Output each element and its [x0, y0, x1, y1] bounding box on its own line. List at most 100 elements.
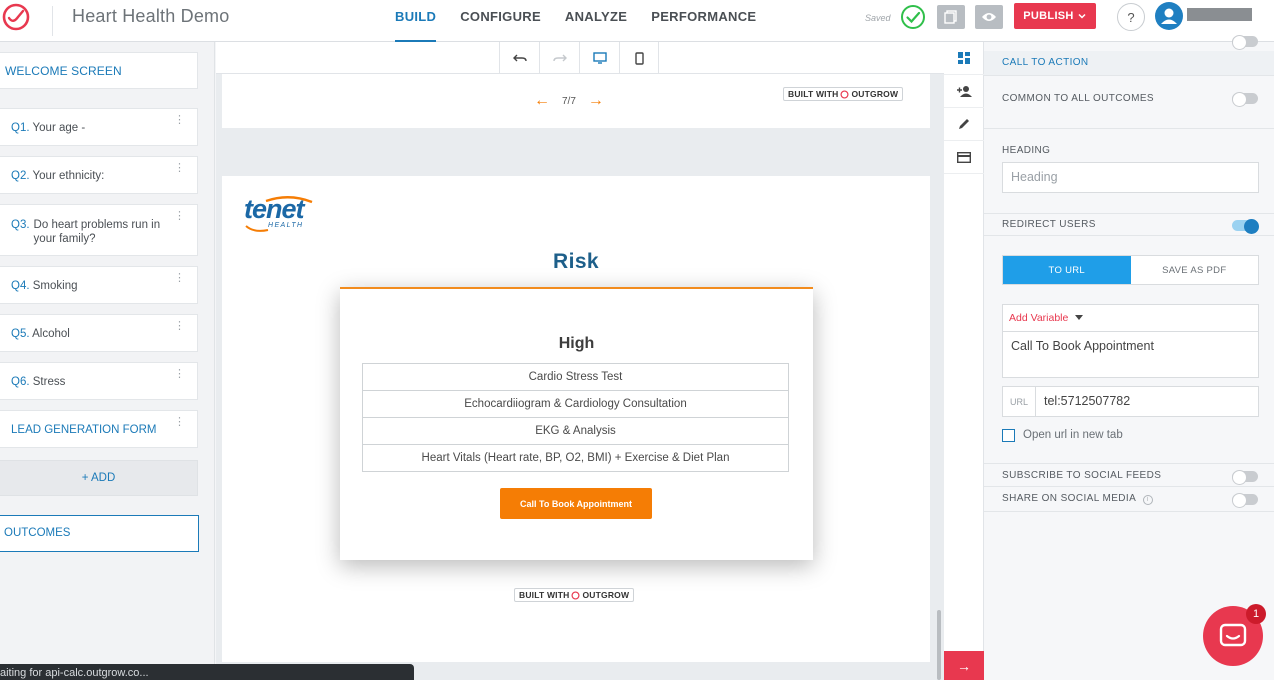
- button-text-value[interactable]: Call To Book Appointment: [1003, 332, 1258, 360]
- outgrow-mini-icon: [571, 590, 580, 600]
- lead-form-item[interactable]: LEAD GENERATION FORM ⋮: [0, 410, 198, 448]
- share-social-toggle[interactable]: [1232, 493, 1258, 508]
- recommendations-table: Cardio Stress Test Echocardiiogram & Car…: [362, 363, 789, 472]
- more-menu-icon[interactable]: ⋮: [174, 163, 185, 174]
- question-text: Your ethnicity:: [32, 170, 105, 182]
- common-outcomes-label: COMMON TO ALL OUTCOMES: [1002, 93, 1154, 104]
- open-new-tab-checkbox[interactable]: [1002, 429, 1015, 442]
- eye-icon: [982, 13, 996, 21]
- arrow-right-icon: →: [957, 657, 971, 674]
- redo-button[interactable]: [539, 42, 579, 74]
- question-number: Q2.: [11, 170, 30, 182]
- card-icon: [957, 151, 971, 163]
- divider: [984, 463, 1274, 464]
- section-title: CALL TO ACTION: [984, 51, 1274, 75]
- cta-button[interactable]: Call To Book Appointment: [500, 488, 652, 519]
- card-tab[interactable]: [944, 141, 984, 174]
- notification-badge: 1: [1246, 604, 1266, 624]
- built-with-text: BUILT WITH: [788, 89, 839, 99]
- username-redacted: [1187, 8, 1252, 21]
- outgrow-text: OUTGROW: [582, 590, 630, 600]
- question-item[interactable]: Q5. Alcohol ⋮: [0, 314, 198, 352]
- outgrow-mini-icon: [840, 89, 849, 99]
- add-question-button[interactable]: + ADD: [0, 460, 198, 496]
- url-input[interactable]: tel:5712507782: [1036, 387, 1138, 416]
- tab-save-as-pdf[interactable]: SAVE AS PDF: [1131, 256, 1259, 284]
- undo-button[interactable]: [499, 42, 539, 74]
- common-outcomes-toggle[interactable]: [1232, 92, 1258, 107]
- canvas-toolbar: [216, 42, 944, 74]
- publish-button[interactable]: PUBLISH: [1014, 3, 1096, 29]
- more-menu-icon[interactable]: ⋮: [174, 211, 185, 222]
- scrollbar[interactable]: [937, 610, 941, 680]
- page-indicator: 7/7: [562, 95, 576, 107]
- redirect-users-toggle[interactable]: [1232, 219, 1259, 234]
- question-number: Q6.: [11, 376, 30, 388]
- arrow-left-icon[interactable]: ←: [534, 92, 550, 110]
- saved-status: Saved: [865, 13, 891, 23]
- chevron-down-icon: [1078, 13, 1086, 19]
- share-social-text: SHARE ON SOCIAL MEDIA: [1002, 493, 1136, 504]
- user-icon: [1161, 8, 1177, 24]
- question-text: Smoking: [32, 280, 78, 292]
- heading-input[interactable]: Heading: [1002, 162, 1259, 193]
- question-number: Q5.: [11, 328, 30, 340]
- url-field[interactable]: URL tel:5712507782: [1002, 386, 1259, 417]
- mobile-view-button[interactable]: [619, 42, 659, 74]
- question-item[interactable]: Q1. Your age - ⋮: [0, 108, 198, 146]
- tenet-health-logo: tenet HEALTH: [244, 196, 314, 236]
- outcomes-item[interactable]: OUTCOMES: [0, 515, 199, 552]
- lead-form-label: LEAD GENERATION FORM: [11, 424, 157, 436]
- question-item[interactable]: Q2. Your ethnicity: ⋮: [0, 156, 198, 194]
- welcome-label: WELCOME SCREEN: [5, 64, 122, 78]
- nav-performance[interactable]: PERFORMANCE: [651, 0, 756, 42]
- more-menu-icon[interactable]: ⋮: [174, 273, 185, 284]
- arrow-right-icon[interactable]: →: [588, 92, 604, 110]
- subscribe-feeds-label: SUBSCRIBE TO SOCIAL FEEDS: [1002, 470, 1162, 481]
- add-user-tab[interactable]: [944, 75, 984, 108]
- nav-configure[interactable]: CONFIGURE: [460, 0, 541, 42]
- divider: [52, 6, 53, 36]
- more-menu-icon[interactable]: ⋮: [174, 369, 185, 380]
- layout-tab[interactable]: [944, 42, 984, 75]
- table-row: Heart Vitals (Heart rate, BP, O2, BMI) +…: [362, 444, 789, 472]
- built-with-badge[interactable]: BUILT WITH OUTGROW: [783, 87, 904, 101]
- question-text: Do heart problems run in your family?: [33, 219, 161, 245]
- welcome-screen-item[interactable]: WELCOME SCREEN: [0, 52, 198, 89]
- table-cell: Cardio Stress Test: [362, 363, 789, 391]
- divider: [984, 235, 1274, 236]
- divider: [984, 128, 1274, 129]
- help-button[interactable]: ?: [1117, 3, 1145, 31]
- templates-button[interactable]: [937, 5, 965, 29]
- subscribe-feeds-toggle[interactable]: [1232, 470, 1258, 485]
- toggle-switch[interactable]: [1232, 35, 1258, 50]
- top-bar: Heart Health Demo BUILD CONFIGURE ANALYZ…: [0, 0, 1274, 42]
- question-item[interactable]: Q6. Stress ⋮: [0, 362, 198, 400]
- more-menu-icon[interactable]: ⋮: [174, 115, 185, 126]
- more-menu-icon[interactable]: ⋮: [174, 417, 185, 428]
- collapse-panel-button[interactable]: →: [944, 651, 984, 680]
- info-icon[interactable]: i: [1142, 495, 1153, 505]
- question-number: Q1.: [11, 122, 30, 134]
- caret-down-icon: [1075, 315, 1084, 320]
- add-variable-dropdown[interactable]: Add Variable: [1003, 305, 1258, 332]
- preview-button[interactable]: [975, 5, 1003, 29]
- question-text: Stress: [32, 376, 66, 388]
- outgrow-logo-icon[interactable]: [0, 2, 32, 32]
- desktop-view-button[interactable]: [579, 42, 619, 74]
- tab-to-url[interactable]: TO URL: [1003, 256, 1131, 284]
- button-text-editor[interactable]: Add Variable Call To Book Appointment: [1002, 304, 1259, 378]
- pagination: ← 7/7 →: [534, 92, 604, 110]
- publish-label: PUBLISH: [1023, 10, 1074, 22]
- avatar[interactable]: [1155, 2, 1183, 30]
- more-menu-icon[interactable]: ⋮: [174, 321, 185, 332]
- table-cell: EKG & Analysis: [362, 417, 789, 445]
- nav-build[interactable]: BUILD: [395, 0, 437, 42]
- app-title: Heart Health Demo: [72, 6, 230, 26]
- question-item[interactable]: Q4. Smoking ⋮: [0, 266, 198, 304]
- mobile-icon: [634, 51, 644, 65]
- question-item[interactable]: Q3. Do heart problems run in your family…: [0, 204, 198, 256]
- built-with-badge[interactable]: BUILT WITH OUTGROW: [514, 588, 635, 602]
- edit-tab[interactable]: [944, 108, 984, 141]
- nav-analyze[interactable]: ANALYZE: [565, 0, 627, 42]
